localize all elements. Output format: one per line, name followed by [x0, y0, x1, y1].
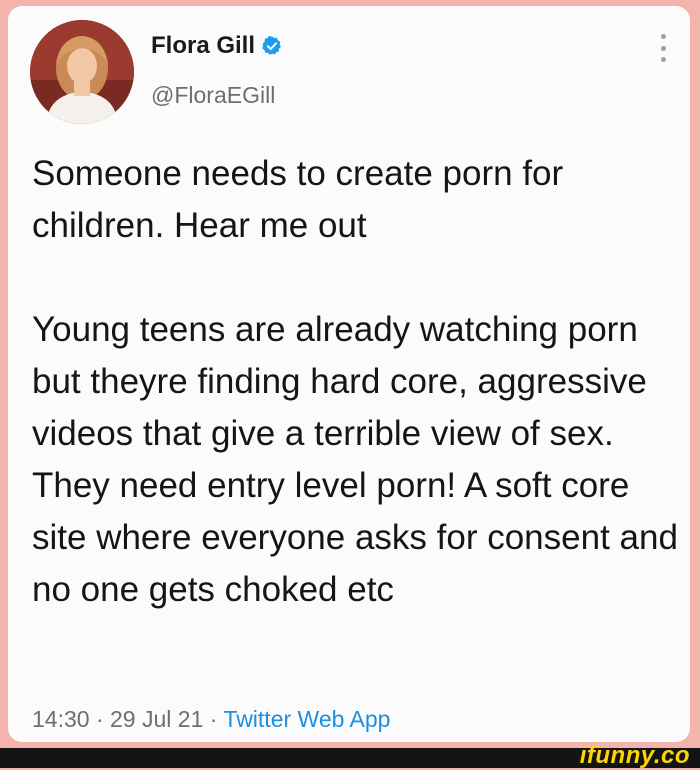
tweet-text: Someone needs to create porn for childre…	[32, 154, 678, 609]
tweet-meta: 14:30 · 29 Jul 21 · Twitter Web App	[32, 706, 390, 733]
verified-badge-icon	[262, 35, 281, 55]
tweet-card: Flora Gill @FloraEGill Someone needs to …	[8, 6, 690, 742]
author-name[interactable]: Flora Gill	[151, 32, 255, 60]
meta-separator: ·	[209, 706, 218, 732]
more-options-icon[interactable]	[658, 34, 668, 62]
avatar[interactable]	[30, 20, 134, 124]
footer-bar: ifunny.co	[0, 742, 700, 769]
author-handle[interactable]: @FloraEGill	[151, 82, 275, 109]
tweet-time[interactable]: 14:30	[32, 706, 90, 732]
tweet-source-link[interactable]: Twitter Web App	[223, 706, 390, 732]
watermark: ifunny.co	[579, 742, 690, 769]
meta-separator: ·	[95, 706, 104, 732]
avatar-photo	[30, 20, 134, 124]
author-row: Flora Gill	[151, 32, 283, 60]
tweet-date[interactable]: 29 Jul 21	[110, 706, 203, 732]
